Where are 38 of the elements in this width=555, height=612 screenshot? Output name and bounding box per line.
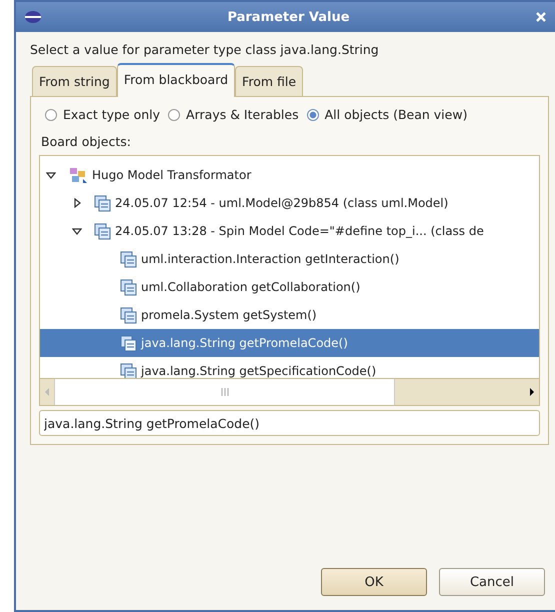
- tree-item[interactable]: 24.05.07 12:54 - uml.Model@29b854 (class uml.Model): [40, 189, 539, 217]
- app-icon: [24, 10, 42, 24]
- radio-button[interactable]: [168, 108, 180, 120]
- collapse-triangle-icon[interactable]: [72, 226, 82, 236]
- tab[interactable]: From blackboard: [116, 63, 236, 97]
- horizontal-scrollbar[interactable]: [39, 379, 540, 406]
- expand-triangle-icon[interactable]: [72, 198, 82, 208]
- radio-label[interactable]: Exact type only: [63, 107, 160, 122]
- object-icon: [94, 222, 111, 240]
- cancel-button[interactable]: Cancel: [439, 568, 545, 596]
- radio-button[interactable]: [306, 108, 319, 120]
- collapse-triangle-icon[interactable]: [46, 170, 56, 180]
- tree-item[interactable]: Hugo Model Transformator: [40, 161, 539, 189]
- tab[interactable]: From string: [32, 66, 117, 96]
- object-icon: [120, 334, 137, 352]
- radio-label[interactable]: Arrays & Iterables: [186, 107, 299, 122]
- tree-item[interactable]: uml.Collaboration getCollaboration(): [40, 273, 539, 301]
- tree-item[interactable]: promela.System getSystem(): [40, 301, 539, 329]
- tree-item[interactable]: uml.interaction.Interaction getInteraction(): [40, 245, 539, 273]
- value-field[interactable]: java.lang.String getPromelaCode(): [39, 410, 540, 436]
- ok-button[interactable]: OK: [321, 568, 427, 596]
- tree-item[interactable]: java.lang.String getPromelaCode(): [40, 329, 539, 357]
- radio-label[interactable]: All objects (Bean view): [324, 107, 468, 122]
- tab[interactable]: From file: [235, 66, 304, 96]
- radio-button[interactable]: [45, 108, 57, 120]
- object-icon: [120, 362, 137, 378]
- window-title: Parameter Value: [226, 10, 351, 24]
- object-icon: [94, 194, 111, 212]
- prompt-text: Select a value for parameter type class java.lang.String: [30, 42, 380, 57]
- tree-item[interactable]: 24.05.07 13:28 - Spin Model Code="#define top_i... (class de: [40, 217, 539, 245]
- scrollbar-thumb[interactable]: [54, 379, 396, 405]
- object-icon: [120, 250, 137, 268]
- tree-item[interactable]: java.lang.String getSpecificationCode(): [40, 357, 539, 378]
- object-icon: [120, 306, 137, 324]
- tree-label: Board objects:: [41, 134, 132, 149]
- components-icon: [68, 166, 88, 184]
- object-icon: [120, 278, 137, 296]
- close-icon[interactable]: [535, 11, 547, 23]
